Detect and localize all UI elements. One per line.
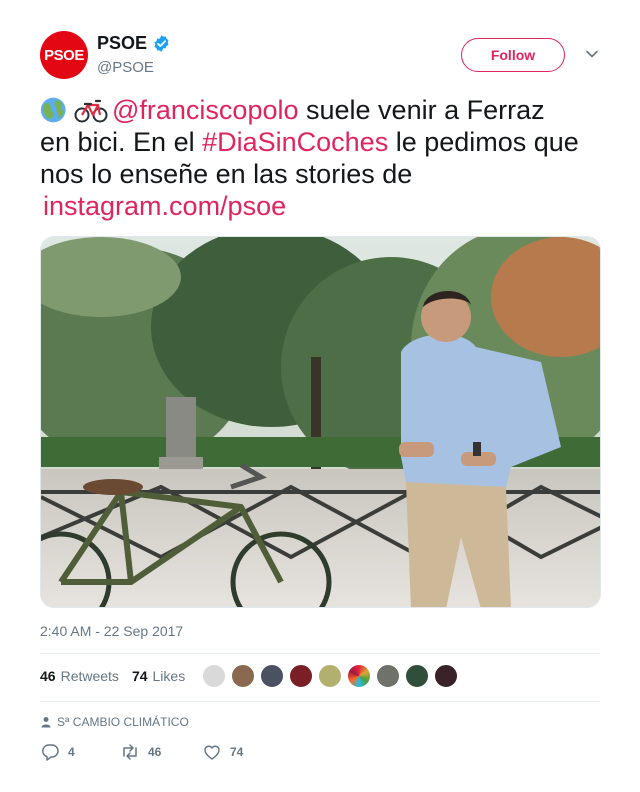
author-name-row[interactable]: PSOE [97, 33, 171, 54]
liker-avatar[interactable] [231, 664, 255, 688]
verified-icon [154, 35, 169, 52]
hashtag-link[interactable]: #DiaSinCoches [202, 127, 388, 157]
author-name[interactable]: PSOE [97, 33, 147, 54]
mention-link[interactable]: @franciscopolo [112, 95, 299, 125]
liker-avatar[interactable] [318, 664, 342, 688]
retweet-action[interactable]: 46 [120, 742, 202, 762]
retweets-stat[interactable]: 46 Retweets [40, 668, 119, 684]
liker-avatar[interactable] [289, 664, 313, 688]
tweet-actions: 4 46 74 [40, 742, 243, 762]
retweet-icon [123, 744, 137, 760]
engagement-stats: 46 Retweets 74 Likes [40, 668, 198, 684]
like-count: 74 [230, 745, 244, 759]
tweet-text-part2: en bici. En el [40, 127, 203, 157]
context-line: Sª CAMBIO CLIMÁTICO [40, 715, 189, 729]
photo-illustration [41, 237, 600, 607]
avatar[interactable]: PSOE [40, 31, 88, 79]
divider-top [40, 653, 600, 654]
reply-icon [41, 744, 59, 761]
tweet: PSOE PSOE @PSOE Follow @franciscopolo su… [0, 0, 640, 792]
divider-middle [40, 701, 600, 702]
retweets-label: Retweets [60, 668, 119, 684]
avatar-text: PSOE [44, 46, 84, 64]
retweets-count: 46 [40, 668, 56, 684]
tweet-photo[interactable] [40, 236, 601, 608]
liker-avatar[interactable] [260, 664, 284, 688]
tweet-text: @franciscopolo suele venir a Ferraz en b… [40, 94, 605, 222]
follow-button[interactable]: Follow [461, 38, 565, 72]
like-action[interactable]: 74 [202, 742, 243, 762]
liker-avatar[interactable] [405, 664, 429, 688]
likes-label: Likes [152, 668, 186, 684]
tweet-text-part4: nos lo enseñe en las stories de [40, 159, 413, 189]
person-icon [41, 717, 51, 728]
likes-count: 74 [131, 668, 148, 684]
heart-icon [204, 745, 220, 760]
globe-emoji-icon [40, 97, 66, 123]
tweet-text-part1: suele venir a Ferraz [298, 95, 545, 125]
tweet-line-4: instagram.com/psoe [40, 190, 605, 222]
instagram-link[interactable]: instagram.com/psoe [43, 191, 286, 221]
likers-avatars [202, 664, 463, 688]
chevron-down-icon[interactable] [585, 47, 599, 61]
liker-avatar[interactable] [202, 664, 226, 688]
bicycle-emoji-icon [74, 99, 108, 123]
reply-count: 4 [68, 745, 75, 759]
context-label[interactable]: Sª CAMBIO CLIMÁTICO [57, 715, 189, 729]
liker-avatar[interactable] [347, 664, 371, 688]
tweet-line-1: @franciscopolo suele venir a Ferraz [40, 94, 605, 126]
author-handle[interactable]: @PSOE [97, 59, 154, 76]
tweet-line-2: en bici. En el #DiaSinCoches le pedimos … [40, 126, 605, 158]
retweet-count: 46 [148, 745, 162, 759]
tweet-text-part3: le pedimos que [388, 127, 579, 157]
reply-action[interactable]: 4 [40, 742, 120, 762]
liker-avatar[interactable] [376, 664, 400, 688]
tweet-timestamp[interactable]: 2:40 AM - 22 Sep 2017 [40, 623, 183, 639]
liker-avatar[interactable] [434, 664, 458, 688]
tweet-line-3: nos lo enseñe en las stories de [40, 158, 605, 190]
likes-stat[interactable]: 74 Likes [132, 668, 185, 684]
